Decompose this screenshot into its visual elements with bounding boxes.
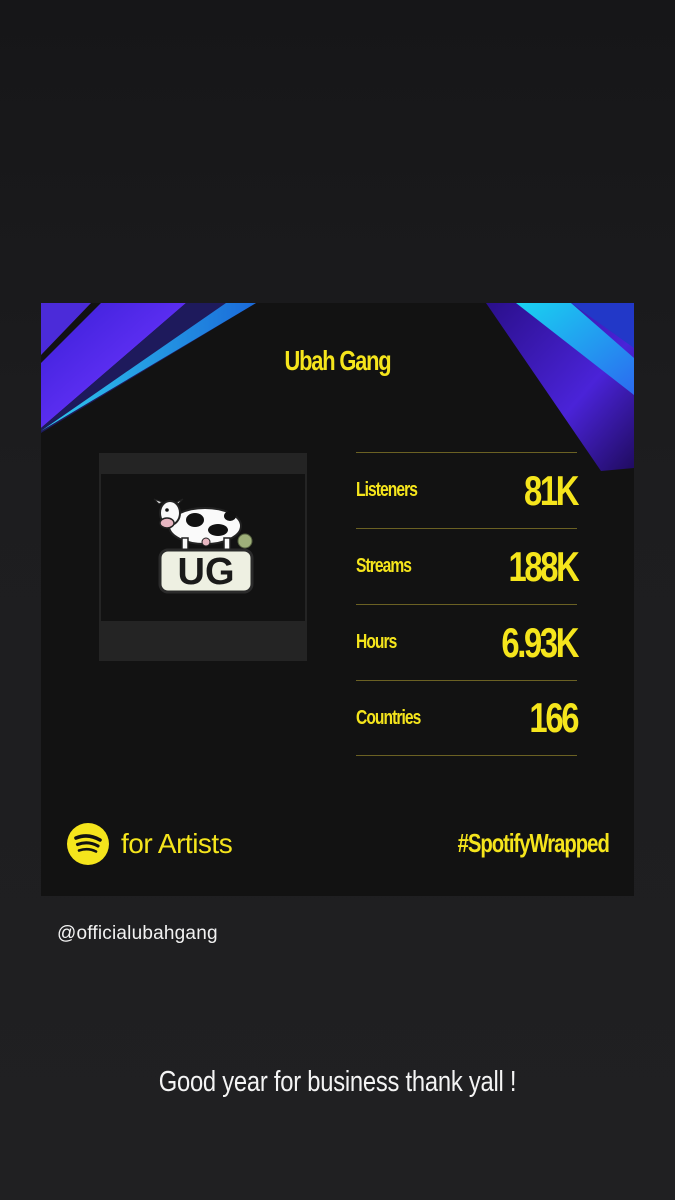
story-caption: Good year for business thank yall ! [158,1066,517,1098]
stat-row-streams: Streams 188K [356,528,579,604]
stats-table: Listeners 81K Streams 188K Hours 6.93K C… [356,452,579,756]
stat-value: 188K [508,542,579,590]
stat-row-countries: Countries 166 [356,680,579,756]
stat-label: Countries [356,706,421,729]
stat-row-hours: Hours 6.93K [356,604,579,680]
stat-label: Listeners [356,479,418,501]
spotify-icon [67,823,109,865]
stat-label: Hours [356,631,397,653]
stat-value: 6.93K [501,618,579,666]
mention-tag[interactable]: @officialubahgang [57,923,218,945]
ubah-gang-logo: UG [153,498,254,594]
stat-value: 166 [529,694,579,741]
spotify-for-artists-brand: for Artists [67,823,233,865]
stat-row-listeners: Listeners 81K [356,452,579,528]
brand-text: for Artists [121,828,233,859]
stat-label: Streams [356,555,412,577]
stat-value: 81K [523,466,579,514]
hashtag: #SpotifyWrapped [457,828,610,858]
logo-letters: UG [178,551,235,593]
artist-name: Ubah Gang [284,345,392,376]
